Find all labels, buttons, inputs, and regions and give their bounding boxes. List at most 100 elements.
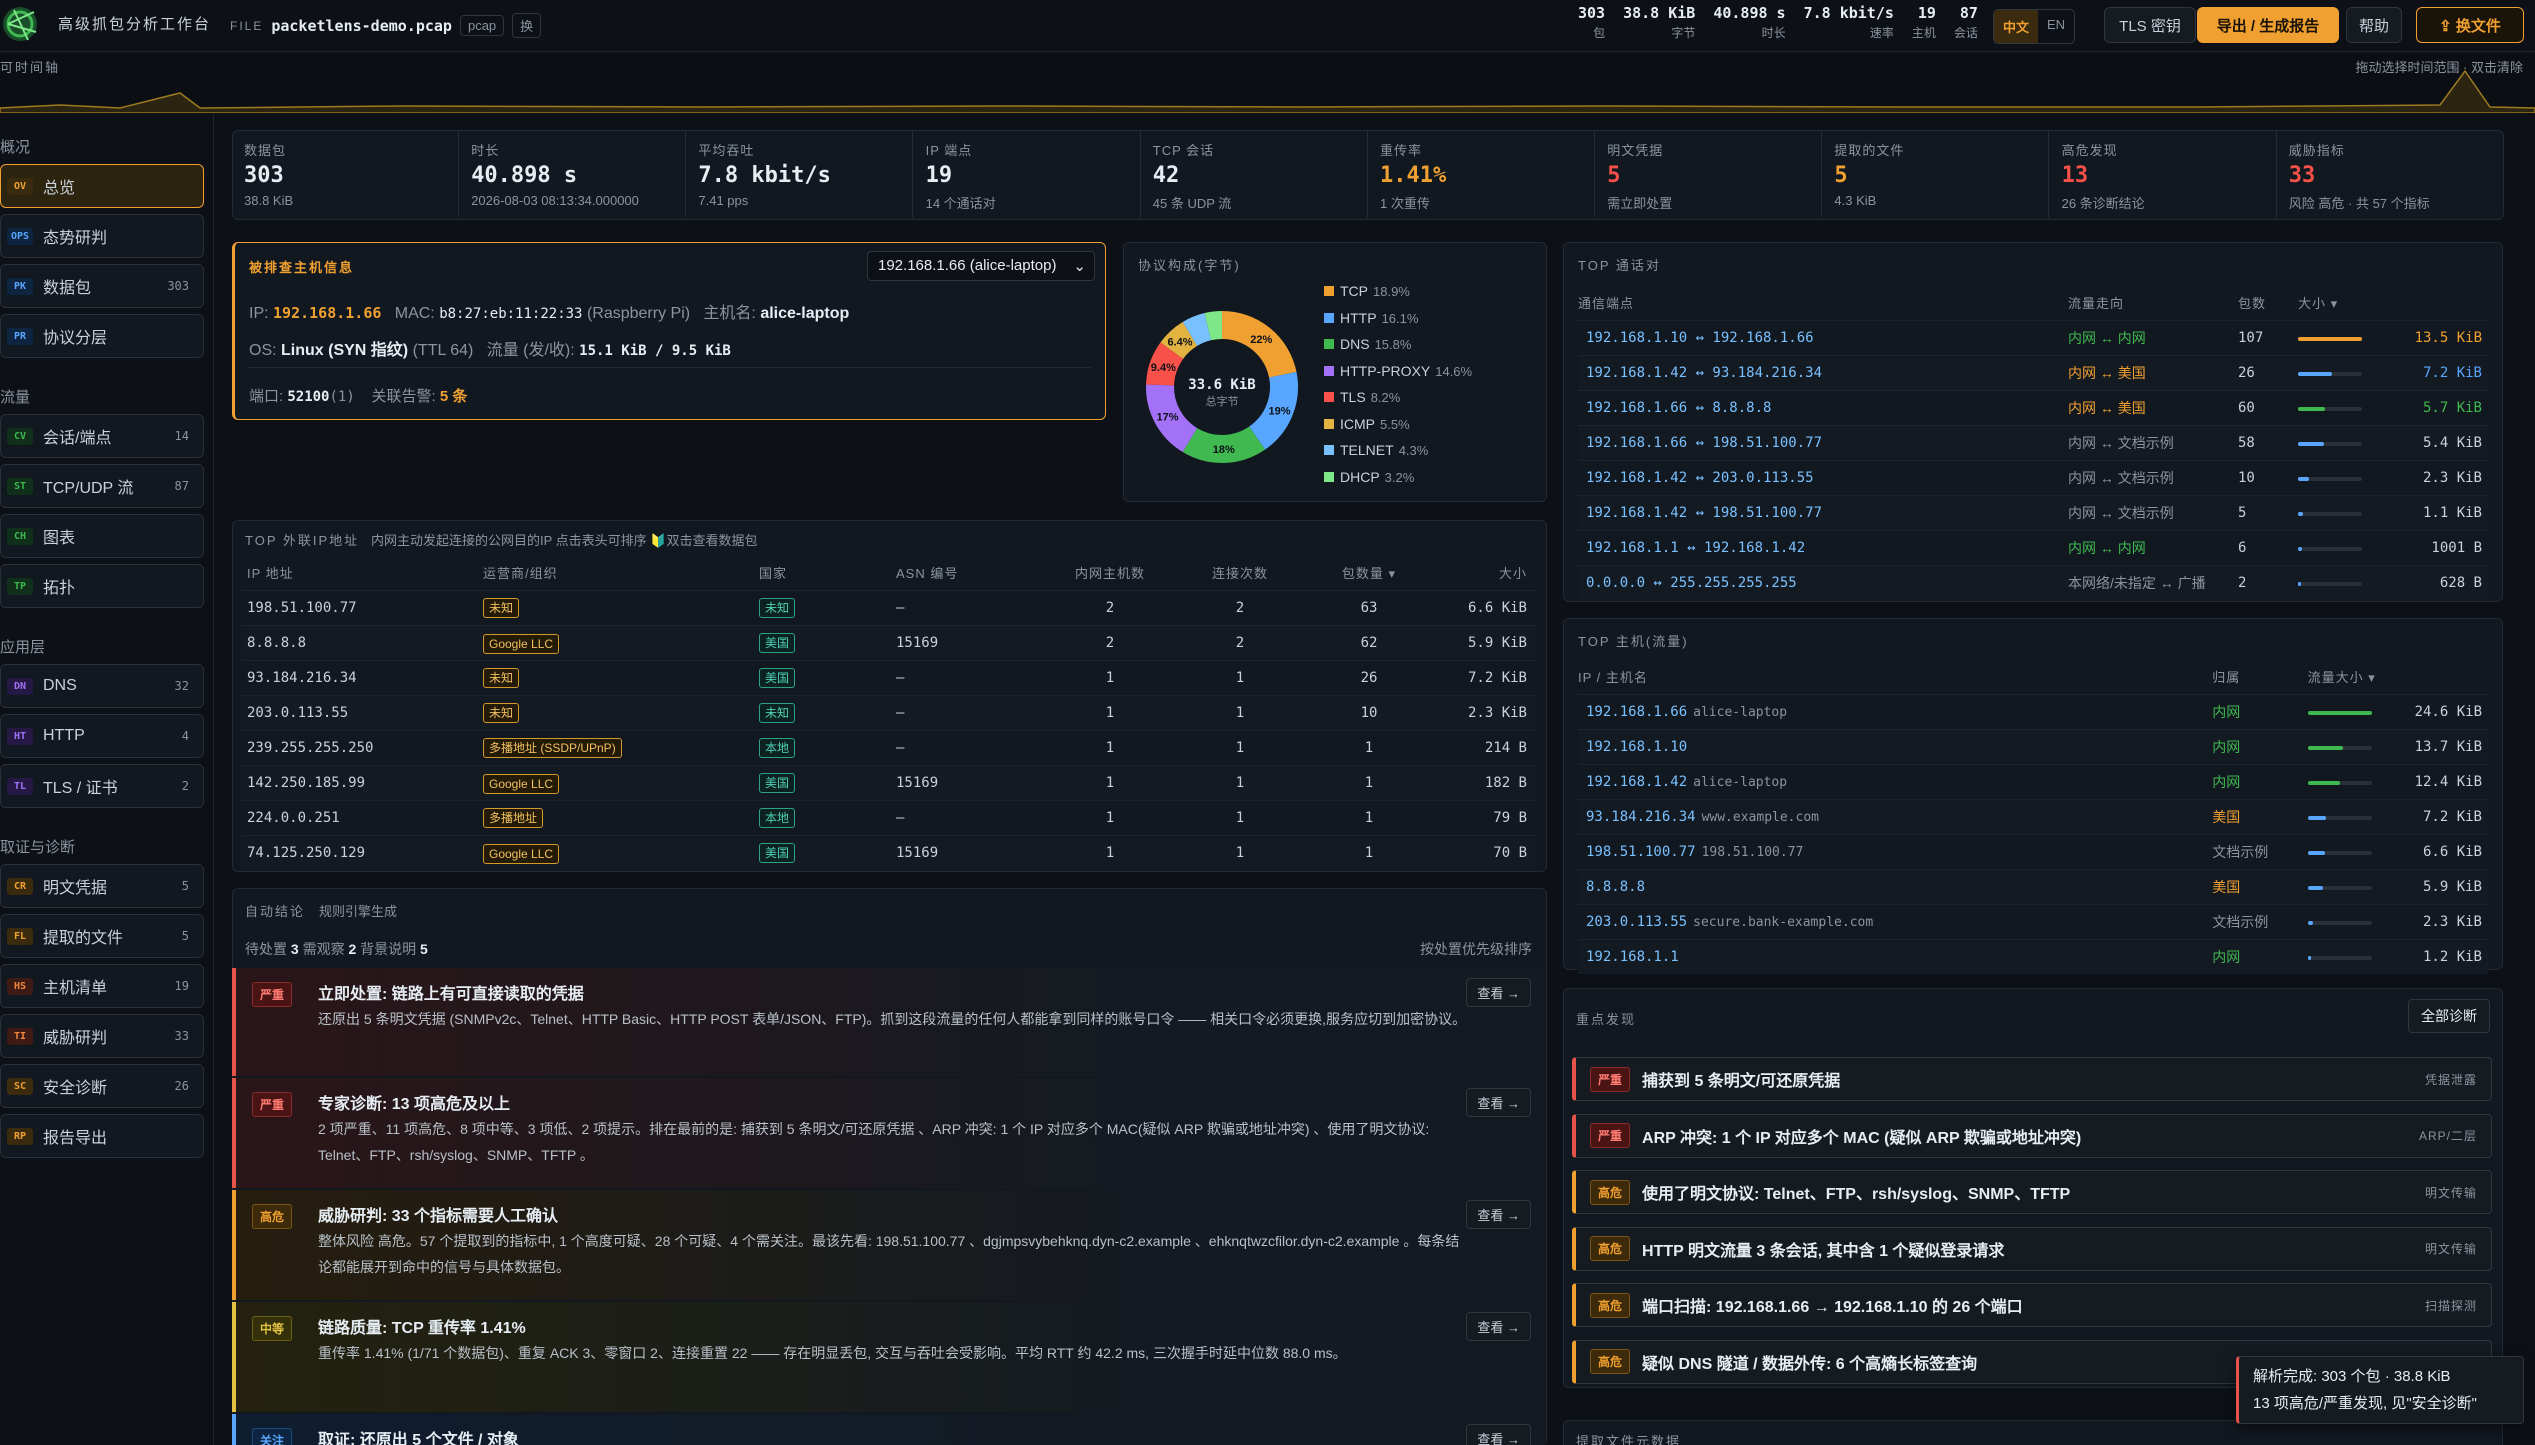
sidebar-item-ov[interactable]: OV 总览 (0, 164, 204, 208)
table-row[interactable]: 192.168.1.1 内网 1.2 KiB (1578, 939, 2488, 974)
table-header[interactable]: ASN 编号 (896, 555, 1046, 590)
table-row[interactable]: 192.168.1.66 ↔ 198.51.100.77 内网 ↔ 文档示例 58 5… (1578, 425, 2488, 460)
table-row[interactable]: 192.168.1.66 alice-laptop 内网 24.6 KiB (1578, 694, 2488, 729)
table-row[interactable]: 0.0.0.0 ↔ 255.255.255.255 本网络/未指定 ↔ 广播 2 62… (1578, 565, 2488, 600)
table-row[interactable]: 192.168.1.42 alice-laptop 内网 12.4 KiB (1578, 764, 2488, 799)
sidebar-item-cr[interactable]: CR 明文凭据 5 (0, 864, 204, 908)
sidebar-item-hs[interactable]: HS 主机清单 19 (0, 964, 204, 1008)
host-alert[interactable]: 5 条 (440, 388, 468, 405)
sidebar-item-tp[interactable]: TP 拓扑 (0, 564, 204, 608)
donut-slice-tcp[interactable] (1221, 311, 1297, 379)
table-header[interactable]: 包数 (2238, 285, 2298, 320)
conclusion-item[interactable]: 高危 威胁研判: 33 个指标需要人工确认 整体风险 高危。57 个提取到的指标中,… (232, 1190, 1545, 1300)
table-row[interactable]: 203.0.113.55 secure.bank-example.com 文档示例 2… (1578, 904, 2488, 939)
host-ip[interactable]: 8.8.8.8 (1586, 879, 1645, 895)
lang-zh-button[interactable]: 中文 (1994, 10, 2039, 43)
finding-item[interactable]: 严重 捕获到 5 条明文/可还原凭据 凭据泄露 (1572, 1057, 2492, 1101)
donut-slice-telnet[interactable] (1182, 313, 1212, 347)
kpi-card[interactable]: IP 端点 19 14 个通话对 (914, 130, 1141, 218)
table-row[interactable]: 192.168.1.1 ↔ 192.168.1.42 内网 ↔ 内网 6 1001 B (1578, 530, 2488, 565)
legend-item[interactable]: ICMP 5.5% (1324, 416, 1472, 443)
language-switch[interactable]: 中文 EN (1993, 9, 2076, 44)
legend-item[interactable]: TELNET 4.3% (1324, 442, 1472, 469)
kpi-card[interactable]: 数据包 303 38.8 KiB (232, 130, 459, 218)
host-select[interactable]: 192.168.1.66 (alice-laptop) ⌄ (867, 251, 1095, 281)
sidebar-item-tl[interactable]: TL TLS / 证书 2 (0, 764, 204, 808)
table-row[interactable]: 224.0.0.251 多播地址 本地 — 1 1 1 79 B (241, 800, 1537, 835)
kpi-card[interactable]: TCP 会话 42 45 条 UDP 流 (1141, 130, 1368, 218)
tls-keys-button[interactable]: TLS 密钥 (2104, 7, 2196, 43)
view-button[interactable]: 查看 → (1466, 1424, 1531, 1445)
kpi-card[interactable]: 威胁指标 33 风险 高危 · 共 57 个指标 (2277, 130, 2504, 218)
help-button[interactable]: 帮助 (2346, 7, 2402, 43)
table-header[interactable]: 内网主机数 (1046, 555, 1174, 590)
host-ip[interactable]: 192.168.1.1 (1586, 949, 1679, 965)
table-row[interactable]: 192.168.1.42 ↔ 93.184.216.34 内网 ↔ 美国 26 7.2… (1578, 355, 2488, 390)
host-ip[interactable]: 192.168.1.10 (1586, 739, 1687, 755)
legend-item[interactable]: DHCP 3.2% (1324, 469, 1472, 496)
sidebar-item-st[interactable]: ST TCP/UDP 流 87 (0, 464, 204, 508)
finding-item[interactable]: 高危 端口扫描: 192.168.1.66 → 192.168.1.10 的 26… (1572, 1283, 2492, 1327)
table-header[interactable]: 运营商/组织 (483, 555, 759, 590)
table-header[interactable]: 大小 (1432, 555, 1537, 590)
kpi-card[interactable]: 时长 40.898 s 2026-08-03 08:13:34.000000 (459, 130, 687, 218)
swap-chip[interactable]: 换 (512, 13, 542, 38)
kpi-card[interactable]: 提取的文件 5 4.3 KiB (1822, 130, 2050, 218)
export-report-button[interactable]: 导出 / 生成报告 (2197, 7, 2339, 43)
finding-item[interactable]: 高危 使用了明文协议: Telnet、FTP、rsh/syslog、SNMP、TF… (1572, 1170, 2492, 1214)
table-header[interactable]: 流量大小 ▾ (2308, 659, 2488, 694)
table-header[interactable]: 流量走向 (2068, 285, 2238, 320)
host-ip[interactable]: 203.0.113.55 (1586, 914, 1687, 930)
sidebar-item-ti[interactable]: TI 威胁研判 33 (0, 1014, 204, 1058)
timeline[interactable]: 可时间轴 拖动选择时间范围 · 双击清除 (0, 53, 2535, 113)
table-header[interactable]: 归属 (2212, 659, 2307, 694)
donut-slice-dhcp[interactable] (1204, 311, 1223, 341)
table-header[interactable]: IP 地址 (241, 555, 483, 590)
table-row[interactable]: 192.168.1.42 ↔ 203.0.113.55 内网 ↔ 文档示例 10 2.… (1578, 460, 2488, 495)
sidebar-item-ch[interactable]: CH 图表 (0, 514, 204, 558)
sidebar-item-rp[interactable]: RP 报告导出 (0, 1114, 204, 1158)
table-row[interactable]: 192.168.1.10 ↔ 192.168.1.66 内网 ↔ 内网 107 13.… (1578, 320, 2488, 355)
conclusion-item[interactable]: 严重 专家诊断: 13 项高危及以上 2 项严重、11 项高危、8 项中等、3 项低… (232, 1078, 1545, 1188)
kpi-card[interactable]: 平均吞吐 7.8 kbit/s 7.41 pps (686, 130, 914, 218)
table-row[interactable]: 93.184.216.34 未知 美国 — 1 1 26 7.2 KiB (241, 660, 1537, 695)
sidebar-item-dn[interactable]: DN DNS 32 (0, 664, 204, 708)
table-row[interactable]: 142.250.185.99 Google LLC 美国 15169 1 1 1 182 B (241, 765, 1537, 800)
table-row[interactable]: 203.0.113.55 未知 未知 — 1 1 10 2.3 KiB (241, 695, 1537, 730)
table-row[interactable]: 8.8.8.8 美国 5.9 KiB (1578, 869, 2488, 904)
legend-item[interactable]: HTTP 16.1% (1324, 310, 1472, 337)
finding-item[interactable]: 高危 HTTP 明文流量 3 条会话, 其中含 1 个疑似登录请求 明文传输 (1572, 1226, 2492, 1271)
sidebar-item-sc[interactable]: SC 安全诊断 26 (0, 1064, 204, 1108)
table-row[interactable]: 8.8.8.8 Google LLC 美国 15169 2 2 62 5.9 KiB (241, 625, 1537, 660)
legend-item[interactable]: DNS 15.8% (1324, 336, 1472, 363)
conclusion-item[interactable]: 中等 链路质量: TCP 重传率 1.41% 重传率 1.41% (1/71 个数据… (232, 1302, 1545, 1412)
sidebar-item-pr[interactable]: PR 协议分层 (0, 314, 204, 358)
host-ip[interactable]: 93.184.216.34 (1586, 809, 1696, 825)
host-ip[interactable]: 192.168.1.66 (1586, 704, 1687, 720)
sidebar-item-cv[interactable]: CV 会话/端点 14 (0, 414, 204, 458)
view-button[interactable]: 查看 → (1466, 1312, 1531, 1341)
table-header[interactable]: 连接次数 (1174, 555, 1306, 590)
kpi-card[interactable]: 明文凭据 5 需立即处置 (1595, 130, 1823, 218)
table-row[interactable]: 192.168.1.66 ↔ 8.8.8.8 内网 ↔ 美国 60 5.7 KiB (1578, 390, 2488, 425)
table-row[interactable]: 198.51.100.77 198.51.100.77 文档示例 6.6 KiB (1578, 834, 2488, 869)
swap-file-button[interactable]: ⇪ 换文件 (2416, 7, 2524, 43)
table-header[interactable]: 包数量 ▾ (1306, 555, 1432, 590)
all-diagnostics-button[interactable]: 全部诊断 (2408, 999, 2490, 1033)
conclusion-item[interactable]: 关注 取证: 还原出 5 个文件 / 对象 查看 → (232, 1414, 1545, 1445)
kpi-card[interactable]: 高危发现 13 26 条诊断结论 (2050, 130, 2277, 218)
kpi-card[interactable]: 重传率 1.41% 1 次重传 (1368, 130, 1595, 218)
sidebar-item-ops[interactable]: OPS 态势研判 (0, 214, 204, 258)
conclusion-item[interactable]: 严重 立即处置: 链路上有可直接读取的凭据 还原出 5 条明文凭据 (SNMPv2c… (232, 968, 1545, 1076)
view-button[interactable]: 查看 → (1466, 1088, 1531, 1117)
legend-item[interactable]: TLS 8.2% (1324, 389, 1472, 416)
legend-item[interactable]: TCP 18.9% (1324, 283, 1472, 310)
table-header[interactable]: 国家 (759, 555, 896, 590)
view-button[interactable]: 查看 → (1466, 1200, 1531, 1229)
table-row[interactable]: 93.184.216.34 www.example.com 美国 7.2 KiB (1578, 799, 2488, 834)
host-ip[interactable]: 198.51.100.77 (1586, 844, 1696, 860)
table-row[interactable]: 198.51.100.77 未知 未知 — 2 2 63 6.6 KiB (241, 590, 1537, 625)
view-button[interactable]: 查看 → (1466, 978, 1531, 1007)
sidebar-item-ht[interactable]: HT HTTP 4 (0, 714, 204, 758)
toast-notification[interactable]: 解析完成: 303 个包 · 38.8 KiB 13 项高危/严重发现, 见"安… (2236, 1356, 2524, 1424)
